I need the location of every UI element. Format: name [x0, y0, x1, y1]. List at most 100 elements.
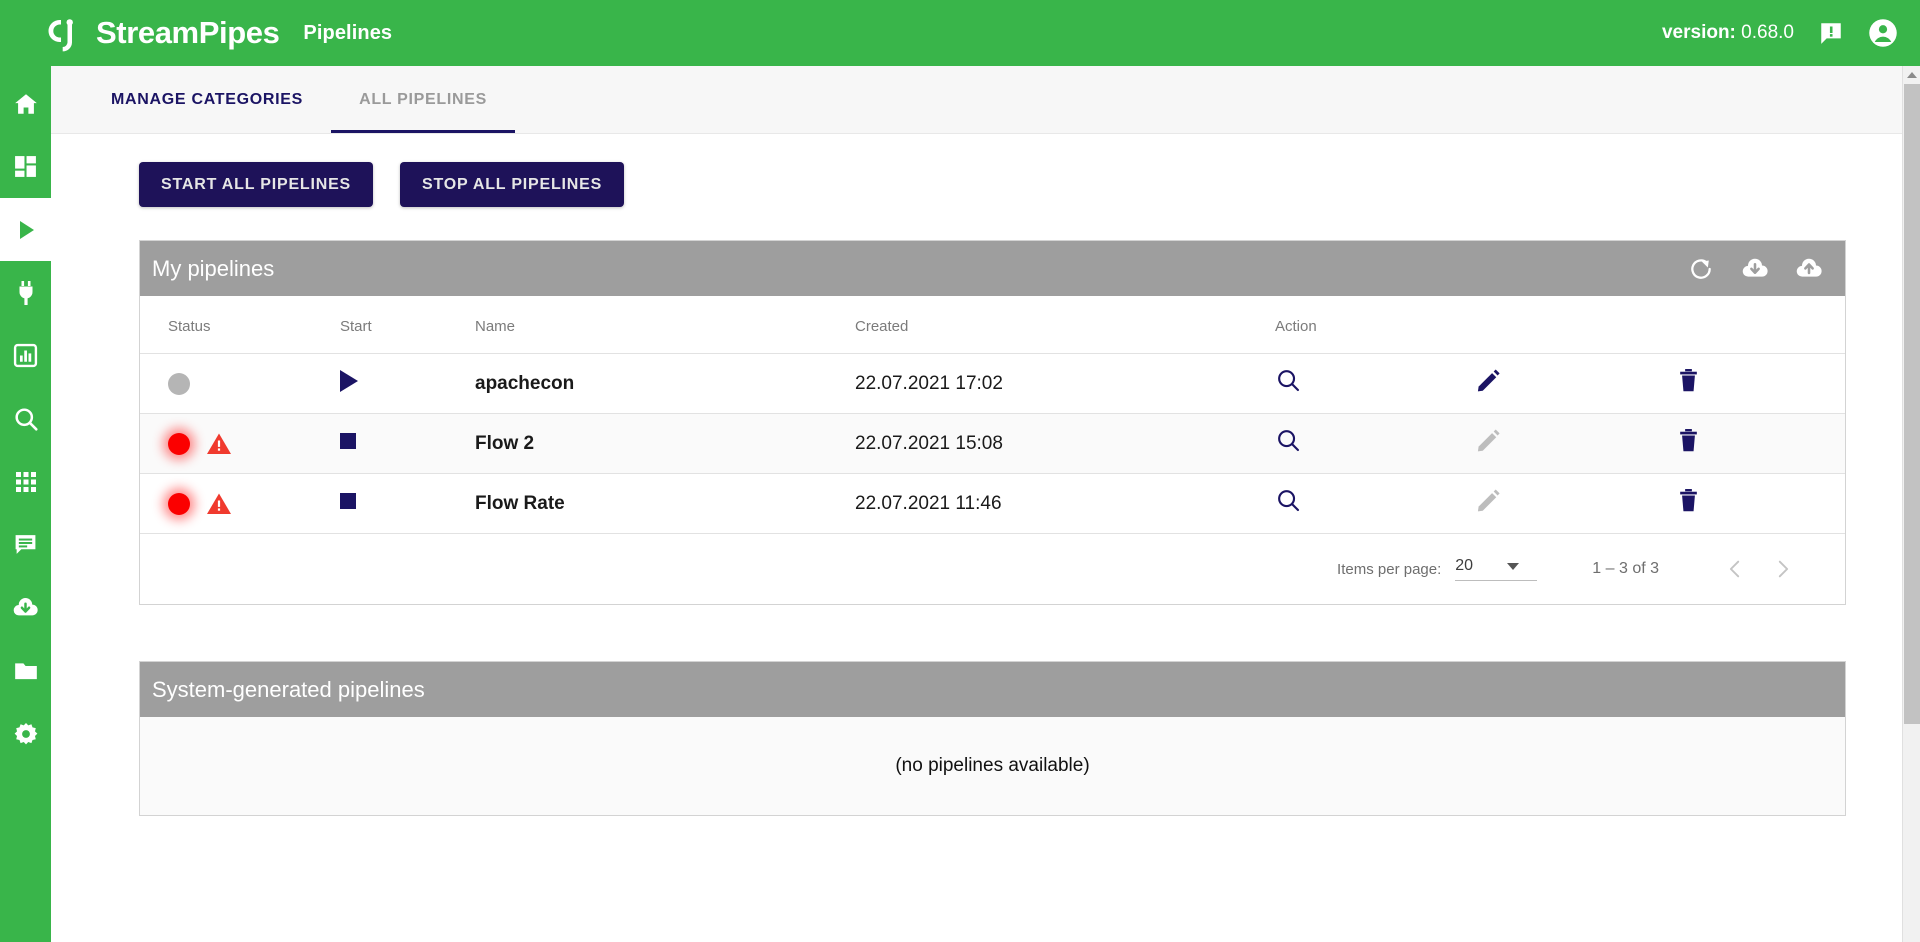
main-content: START ALL PIPELINES STOP ALL PIPELINES M… [51, 134, 1902, 816]
stop-all-pipelines-button[interactable]: STOP ALL PIPELINES [400, 162, 624, 207]
scroll-up-button[interactable] [1903, 66, 1920, 84]
search-icon [13, 406, 39, 432]
sidebar-item-search[interactable] [0, 387, 51, 450]
system-pipelines-panel: System-generated pipelines (no pipelines… [139, 661, 1846, 816]
my-pipelines-header-actions [1687, 255, 1823, 283]
account-icon[interactable] [1868, 18, 1898, 48]
chevron-up-icon [1907, 72, 1917, 78]
stop-icon [340, 433, 356, 449]
cell-created: 22.07.2021 11:46 [855, 474, 1275, 534]
tab-manage-categories[interactable]: MANAGE CATEGORIES [83, 66, 331, 133]
stop-pipeline-button[interactable] [340, 433, 356, 449]
system-pipelines-header: System-generated pipelines [140, 662, 1845, 717]
brand[interactable]: StreamPipes [47, 13, 279, 53]
cell-action-edit [1475, 354, 1675, 414]
page-title: Pipelines [303, 22, 392, 45]
sidebar-item-notifications[interactable] [0, 513, 51, 576]
sidebar-item-apps[interactable] [0, 450, 51, 513]
start-all-pipelines-button[interactable]: START ALL PIPELINES [139, 162, 373, 207]
system-pipelines-empty-message: (no pipelines available) [140, 717, 1845, 815]
start-pipeline-button[interactable] [340, 370, 358, 392]
vertical-scrollbar[interactable] [1902, 66, 1920, 942]
sidebar-item-configuration[interactable] [0, 702, 51, 765]
delete-pipeline-icon[interactable] [1675, 487, 1702, 514]
pipelines-table: Status Start Name Created Action [140, 296, 1845, 534]
brand-name: StreamPipes [96, 15, 279, 51]
previous-page-button[interactable] [1711, 545, 1759, 593]
column-header-status: Status [140, 296, 340, 354]
edit-pipeline-icon [1475, 427, 1502, 454]
pipeline-bulk-actions: START ALL PIPELINES STOP ALL PIPELINES [51, 162, 1902, 207]
refresh-icon[interactable] [1687, 255, 1715, 283]
tab-all-pipelines-label: ALL PIPELINES [359, 91, 487, 109]
stop-pipeline-button[interactable] [340, 493, 356, 509]
sidebar-item-home[interactable] [0, 72, 51, 135]
column-header-spacer-2 [1675, 296, 1845, 354]
tab-bar: MANAGE CATEGORIES ALL PIPELINES [51, 66, 1902, 134]
table-row: apachecon 22.07.2021 17:02 [140, 354, 1845, 414]
show-pipeline-details-icon[interactable] [1275, 487, 1302, 514]
sidebar-item-files[interactable] [0, 639, 51, 702]
my-pipelines-panel: My pipelines [139, 240, 1846, 605]
next-page-button[interactable] [1759, 545, 1807, 593]
cloud-download-icon[interactable] [1741, 255, 1769, 283]
sidebar-item-connect[interactable] [0, 261, 51, 324]
warning-icon[interactable] [206, 432, 232, 456]
top-app-bar: StreamPipes Pipelines version: 0.68.0 [0, 0, 1920, 66]
column-header-created: Created [855, 296, 1275, 354]
cell-status [140, 354, 340, 414]
table-row: Flow 2 22.07.2021 15:08 [140, 414, 1845, 474]
items-per-page-select[interactable]: 20 [1455, 557, 1537, 581]
dashboard-icon [13, 154, 38, 179]
version-label: version: [1662, 22, 1736, 43]
content-wrap: MANAGE CATEGORIES ALL PIPELINES START AL… [51, 66, 1920, 942]
system-pipelines-title: System-generated pipelines [152, 677, 425, 703]
content: MANAGE CATEGORIES ALL PIPELINES START AL… [51, 66, 1902, 942]
delete-pipeline-icon[interactable] [1675, 367, 1702, 394]
items-per-page-value: 20 [1455, 557, 1473, 575]
tab-all-pipelines[interactable]: ALL PIPELINES [331, 66, 515, 133]
my-pipelines-header: My pipelines [140, 241, 1845, 296]
sidebar-item-data-explorer[interactable] [0, 324, 51, 387]
cell-created: 22.07.2021 15:08 [855, 414, 1275, 474]
version-display: version: 0.68.0 [1662, 22, 1794, 44]
warning-icon[interactable] [206, 492, 232, 516]
page-range-label: 1 – 3 of 3 [1592, 560, 1659, 578]
column-header-spacer-1 [1475, 296, 1675, 354]
version-value: 0.68.0 [1741, 22, 1794, 43]
status-badge [168, 432, 340, 456]
body-area: MANAGE CATEGORIES ALL PIPELINES START AL… [0, 66, 1920, 942]
my-pipelines-title: My pipelines [152, 256, 274, 282]
sidebar-item-dashboard[interactable] [0, 135, 51, 198]
cell-action-delete [1675, 474, 1845, 534]
cell-action-details [1275, 354, 1475, 414]
status-dot-running-icon [168, 433, 190, 455]
edit-pipeline-icon[interactable] [1475, 367, 1502, 394]
folder-icon [13, 658, 39, 684]
cell-name: Flow Rate [475, 474, 855, 534]
status-badge [168, 492, 340, 516]
pipelines-paginator: Items per page: 20 1 – 3 of 3 [140, 534, 1845, 604]
streampipes-logo-icon [47, 13, 87, 53]
home-icon [13, 91, 39, 117]
show-pipeline-details-icon[interactable] [1275, 367, 1302, 394]
sidebar-item-pipelines[interactable] [0, 198, 51, 261]
delete-pipeline-icon[interactable] [1675, 427, 1702, 454]
scrollbar-thumb[interactable] [1904, 84, 1920, 724]
sidebar-item-install[interactable] [0, 576, 51, 639]
table-row: Flow Rate 22.07.2021 11:46 [140, 474, 1845, 534]
cell-status [140, 474, 340, 534]
cell-action-details [1275, 414, 1475, 474]
column-header-name: Name [475, 296, 855, 354]
cell-created: 22.07.2021 17:02 [855, 354, 1275, 414]
plug-icon [14, 280, 38, 306]
cell-action-delete [1675, 414, 1845, 474]
show-pipeline-details-icon[interactable] [1275, 427, 1302, 454]
cell-action-delete [1675, 354, 1845, 414]
feedback-icon[interactable] [1816, 18, 1846, 48]
status-dot-running-icon [168, 493, 190, 515]
pipelines-page: StreamPipes Pipelines version: 0.68.0 [0, 0, 1920, 942]
column-header-action: Action [1275, 296, 1475, 354]
cloud-upload-icon[interactable] [1795, 255, 1823, 283]
play-icon [14, 218, 38, 242]
